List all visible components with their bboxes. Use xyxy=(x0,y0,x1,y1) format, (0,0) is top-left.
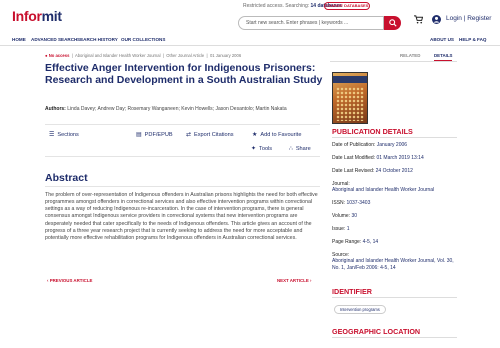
pdf-epub-button[interactable]: ▤ PDF/EPUB xyxy=(136,131,173,138)
issn-field: ISSN: 1037-3403 xyxy=(332,200,371,206)
export-icon: ⇄ xyxy=(186,132,192,138)
source-field: Source: Aboriginal and Islander Health Wo… xyxy=(332,252,454,271)
abstract-heading: Abstract xyxy=(45,172,88,184)
abstract-text: The problem of over-representation of In… xyxy=(45,192,318,241)
pdf-icon: ▤ xyxy=(136,132,142,138)
lock-icon: ● xyxy=(45,53,48,58)
cart-icon[interactable] xyxy=(414,15,423,24)
article-date: 01 January 2006 xyxy=(209,53,242,58)
abstract-divider xyxy=(45,186,320,187)
nav-search-history[interactable]: SEARCH HISTORY xyxy=(77,37,118,42)
search-input[interactable]: Start new search. Enter phrases | keywor… xyxy=(238,16,384,30)
export-citations-button[interactable]: ⇄ Export Citations xyxy=(186,131,234,138)
journal-cover-image xyxy=(332,72,368,124)
authors-list[interactable]: Linda Davey; Andrew Day; Rosemary Wangan… xyxy=(67,106,286,112)
search-button[interactable] xyxy=(384,16,401,30)
page-title: Effective Anger Intervention for Indigen… xyxy=(45,62,323,86)
top-header: Informit Restricted access. Searching: 1… xyxy=(0,0,500,34)
nav-advanced-search[interactable]: ADVANCED SEARCH xyxy=(31,37,77,42)
identifier-chip[interactable]: Intervention programs xyxy=(334,305,386,314)
page-range-field: Page Range: 4-5, 14 xyxy=(332,239,379,245)
identifier-heading: IDENTIFIER xyxy=(332,287,372,296)
list-icon: ☰ xyxy=(49,132,55,138)
informit-logo[interactable]: Informit xyxy=(12,8,62,24)
journal-field: Journal: Aboriginal and Islander Health W… xyxy=(332,181,435,194)
nav-about-us[interactable]: ABOUT US xyxy=(430,37,454,42)
tab-related[interactable]: RELATED xyxy=(400,53,420,58)
journal-value-link[interactable]: Aboriginal and Islander Health Worker Jo… xyxy=(332,187,434,193)
divider xyxy=(332,337,457,338)
nav-our-collections[interactable]: OUR COLLECTIONS xyxy=(121,37,165,42)
login-register-link[interactable]: Login | Register xyxy=(446,15,491,22)
publication-details-heading: PUBLICATION DETAILS xyxy=(332,127,413,136)
article-meta: ● No access | Aboriginal and Islander He… xyxy=(45,53,242,58)
tab-details[interactable]: DETAILS xyxy=(434,53,453,61)
volume-field: Volume: 30 xyxy=(332,213,358,219)
journal-link[interactable]: Aboriginal and Islander Health Worker Jo… xyxy=(75,53,161,58)
article-toolbar: ☰ Sections ▤ PDF/EPUB ⇄ Export Citations ★ A… xyxy=(45,124,320,157)
access-status-badge: No access xyxy=(48,53,70,58)
authors-line: Authors: Linda Davey; Andrew Day; Rosema… xyxy=(45,106,287,112)
nav-help-faq[interactable]: HELP & FAQ xyxy=(459,37,486,42)
search-icon xyxy=(389,19,397,27)
nav-home[interactable]: HOME xyxy=(12,37,26,42)
sidebar-tabs: RELATED DETAILS xyxy=(330,50,457,62)
divider xyxy=(332,297,457,298)
sections-button[interactable]: ☰ Sections xyxy=(49,131,79,138)
wrench-icon: ✦ xyxy=(251,146,257,152)
tools-button[interactable]: ✦ Tools xyxy=(251,145,272,152)
previous-article-link[interactable]: ‹ PREVIOUS ARTICLE xyxy=(47,278,92,283)
geographic-location-heading: GEOGRAPHIC LOCATION xyxy=(332,327,421,336)
star-icon: ★ xyxy=(252,132,258,138)
article-type: Other Journal Article xyxy=(166,53,205,58)
change-databases-button[interactable]: CHANGE DATABASES xyxy=(324,2,370,10)
main-nav: HOME ADVANCED SEARCH SEARCH HISTORY OUR … xyxy=(0,34,500,46)
share-icon: ∴ xyxy=(289,146,293,152)
date-of-publication: Date of Publication: January 2006 xyxy=(332,142,408,148)
next-article-link[interactable]: NEXT ARTICLE › xyxy=(277,278,311,283)
date-last-modified: Date Last Modified: 01 March 2019 13:14 xyxy=(332,155,424,161)
date-last-revised: Date Last Revised: 24 October 2012 xyxy=(332,168,413,174)
share-button[interactable]: ∴ Share xyxy=(289,145,311,152)
add-to-favourite-button[interactable]: ★ Add to Favourite xyxy=(252,131,301,138)
divider xyxy=(332,137,457,138)
issue-field: Issue: 1 xyxy=(332,226,350,232)
user-icon[interactable] xyxy=(432,15,441,24)
